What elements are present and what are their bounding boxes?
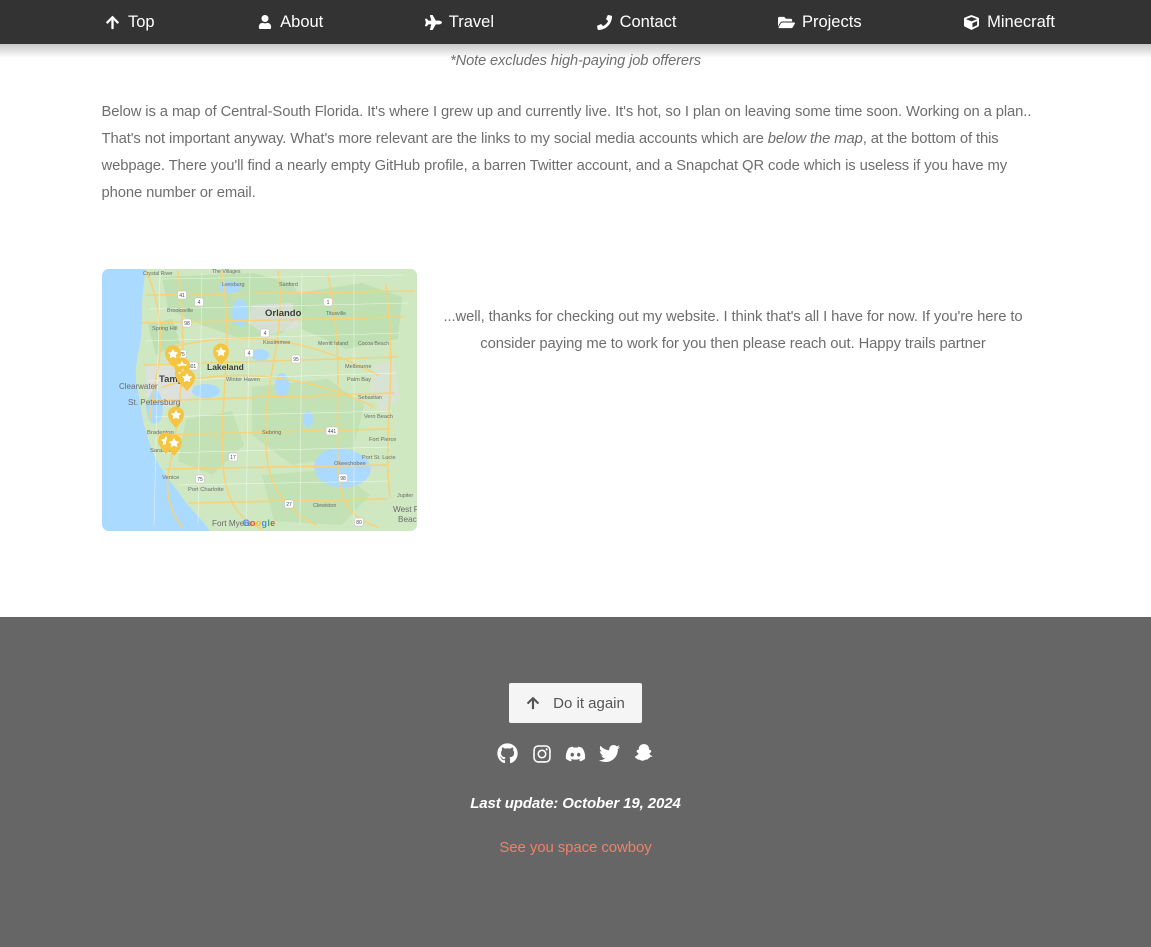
nav-item-minecraft[interactable]: Minecraft bbox=[963, 14, 1055, 31]
svg-text:4: 4 bbox=[197, 300, 200, 306]
map-route-shield: 75 bbox=[194, 474, 205, 484]
twitter-icon[interactable] bbox=[599, 743, 620, 764]
cube-icon bbox=[963, 14, 980, 31]
map-place-label: Sebring bbox=[262, 430, 281, 436]
map-place-label: Merritt Island bbox=[318, 341, 348, 347]
space-cowboy-link[interactable]: See you space cowboy bbox=[499, 839, 651, 856]
nav-item-label: Travel bbox=[448, 12, 495, 31]
nav-item-travel[interactable]: Travel bbox=[424, 12, 495, 31]
map-place-label: Winter Haven bbox=[226, 377, 260, 383]
svg-text:4: 4 bbox=[247, 351, 250, 357]
map-route-shield: 27 bbox=[283, 499, 294, 509]
site-footer: Do it again Last update: October 19, 202… bbox=[0, 617, 1151, 947]
nav-item-label: Projects bbox=[801, 12, 862, 31]
svg-text:41: 41 bbox=[179, 293, 185, 299]
nav-item-label: About bbox=[280, 12, 324, 31]
map-place-label: The Villages bbox=[212, 269, 241, 275]
map-place-label: Melbourne bbox=[345, 364, 371, 370]
map-place-label: Port Charlotte bbox=[188, 487, 224, 493]
svg-text:98: 98 bbox=[184, 321, 190, 327]
nav-item-label: Contact bbox=[619, 12, 677, 31]
last-update-text: Last update: October 19, 2024 bbox=[470, 795, 681, 812]
navbar-items: Top About Travel Contact Projects Minecr… bbox=[0, 14, 1151, 31]
svg-text:75: 75 bbox=[197, 477, 203, 483]
phone-icon bbox=[596, 14, 613, 31]
map-place-label: Crystal River bbox=[143, 271, 173, 277]
discord-icon[interactable] bbox=[565, 743, 586, 764]
map-place-label: Beach bbox=[398, 515, 417, 524]
map-place-label: Jupiter bbox=[397, 493, 413, 499]
map-route-shield: 4 bbox=[193, 297, 204, 307]
user-icon bbox=[256, 14, 273, 31]
github-icon[interactable] bbox=[497, 743, 518, 764]
instagram-icon[interactable] bbox=[531, 743, 552, 764]
svg-text:17: 17 bbox=[230, 455, 236, 461]
main-content: *Note excludes high-paying job offerers … bbox=[0, 44, 1151, 617]
map-route-shield: 441 bbox=[325, 426, 338, 436]
svg-text:441: 441 bbox=[327, 429, 336, 435]
map-place-label: Fort Pierce bbox=[369, 437, 396, 443]
folder-open-icon bbox=[777, 14, 795, 31]
map-place-label: Lakeland bbox=[207, 362, 244, 372]
main-navbar: Top About Travel Contact Projects Minecr… bbox=[0, 0, 1151, 58]
plane-icon bbox=[424, 14, 442, 31]
map-place-label: West Pa bbox=[393, 505, 417, 514]
map-place-label: Kissimmee bbox=[263, 340, 290, 346]
florida-map[interactable]: Crystal River The Villages Leesburg Sanford… bbox=[101, 269, 417, 531]
svg-text:80: 80 bbox=[356, 520, 362, 526]
map-route-shield: 80 bbox=[353, 517, 364, 527]
map-place-label: Clewiston bbox=[313, 503, 336, 509]
closing-blurb: ...well, thanks for checking out my webs… bbox=[443, 308, 1023, 352]
nav-item-label: Top bbox=[128, 12, 155, 31]
nav-item-contact[interactable]: Contact bbox=[596, 12, 677, 31]
nav-item-label: Minecraft bbox=[987, 12, 1055, 31]
map-place-label: Brooksville bbox=[167, 308, 193, 314]
note-text: *Note excludes high-paying job offerers bbox=[450, 53, 701, 69]
map-place-label: Clearwater bbox=[119, 382, 158, 391]
nav-item-about[interactable]: About bbox=[256, 14, 323, 31]
svg-text:1: 1 bbox=[326, 300, 329, 306]
svg-text:95: 95 bbox=[293, 357, 299, 363]
map-route-shield: 1 bbox=[322, 297, 333, 307]
svg-text:27: 27 bbox=[286, 502, 292, 508]
map-route-shield: 41 bbox=[176, 290, 187, 300]
map-place-label: Orlando bbox=[265, 308, 302, 319]
intro-paragraph: Below is a map of Central-South Florida.… bbox=[102, 69, 1050, 207]
map-route-shield: 95 bbox=[290, 354, 301, 364]
map-route-shield: 17 bbox=[227, 452, 238, 462]
map-route-shield: 4 bbox=[243, 348, 254, 358]
svg-text:4: 4 bbox=[263, 331, 266, 337]
arrow-up-icon bbox=[104, 14, 121, 31]
map-place-label: Sanford bbox=[279, 282, 298, 288]
map-route-shield: 98 bbox=[337, 473, 348, 483]
map-place-label: Titusville bbox=[326, 311, 346, 317]
map-place-label: Okeechobee bbox=[334, 461, 366, 467]
nav-item-top[interactable]: Top bbox=[104, 14, 155, 31]
nav-item-projects[interactable]: Projects bbox=[777, 12, 862, 31]
map-route-shield: 4 bbox=[259, 328, 270, 338]
map-place-label: Palm Bay bbox=[347, 377, 371, 383]
map-place-label: Port St. Lucie bbox=[362, 455, 396, 461]
map-graphic: Crystal River The Villages Leesburg Sanford… bbox=[101, 269, 417, 531]
map-place-label: Vero Beach bbox=[364, 414, 393, 420]
below-the-map-emphasis: below the map bbox=[767, 131, 863, 147]
map-place-label: Cocoa Beach bbox=[358, 341, 389, 347]
social-links bbox=[497, 743, 654, 764]
snapchat-icon[interactable] bbox=[633, 743, 654, 764]
map-and-blurb-row: Crystal River The Villages Leesburg Sanford… bbox=[101, 207, 1050, 531]
map-place-label: Sebastian bbox=[358, 395, 382, 401]
map-place-label: Leesburg bbox=[222, 282, 244, 288]
do-it-again-button[interactable]: Do it again bbox=[509, 683, 642, 723]
google-attribution: Google bbox=[242, 518, 276, 528]
do-it-again-label: Do it again bbox=[553, 694, 625, 712]
map-route-shield: 98 bbox=[181, 318, 192, 328]
map-place-label: St. Petersburg bbox=[128, 398, 181, 407]
map-place-label: Spring Hill bbox=[152, 326, 178, 332]
arrow-up-icon bbox=[526, 696, 540, 710]
map-place-label: Venice bbox=[162, 475, 179, 481]
svg-text:98: 98 bbox=[340, 476, 346, 482]
